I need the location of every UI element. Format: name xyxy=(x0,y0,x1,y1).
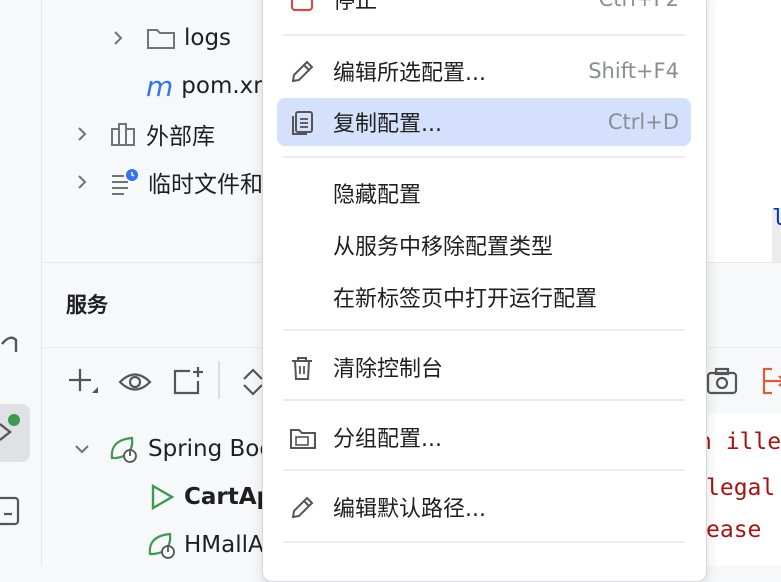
service-node-label: HMallA xyxy=(184,532,264,558)
tree-item-logs[interactable]: logs xyxy=(146,18,231,58)
menu-item-edit-default-path[interactable]: 编辑默认路径... xyxy=(277,483,691,531)
menu-separator xyxy=(283,541,685,543)
commit-icon[interactable] xyxy=(0,330,40,370)
library-icon xyxy=(110,121,138,147)
pencil-icon xyxy=(289,59,315,85)
menu-item-label: 编辑默认路径... xyxy=(333,497,486,522)
menu-item-group-config[interactable]: 分组配置... xyxy=(277,413,691,461)
maven-icon: m xyxy=(146,69,174,103)
chevron-down-icon[interactable] xyxy=(62,429,102,469)
menu-item-label: 编辑所选配置... xyxy=(333,61,486,86)
service-node-hmall[interactable]: HMallA xyxy=(146,525,264,565)
panel-title: 服务 xyxy=(66,293,108,317)
menu-item-shortcut: Ctrl+D xyxy=(607,110,679,134)
services-icon[interactable] xyxy=(0,404,30,462)
tree-item-pom[interactable]: m pom.xm xyxy=(146,66,276,106)
menu-item-label: 在新标签页中打开运行配置 xyxy=(333,287,598,312)
tree-item-scratches[interactable]: 临时文件和 xyxy=(110,162,263,202)
folder-group-icon xyxy=(289,425,316,451)
menu-item-edit-selected-config[interactable]: 编辑所选配置... Shift+F4 xyxy=(277,47,691,95)
eye-icon[interactable] xyxy=(118,367,152,397)
menu-separator xyxy=(283,329,685,331)
console-line: n ille xyxy=(698,429,781,455)
tree-item-label: logs xyxy=(184,25,232,51)
menu-separator xyxy=(283,469,685,471)
menu-separator xyxy=(283,156,685,158)
pencil-icon xyxy=(289,495,315,521)
menu-item-label: 复制配置... xyxy=(333,112,442,137)
export-icon[interactable] xyxy=(760,365,781,397)
menu-item-open-in-new-tab[interactable]: 在新标签页中打开运行配置 xyxy=(277,273,691,321)
menu-item-remove-config-type[interactable]: 从服务中移除配置类型 xyxy=(277,221,691,269)
menu-item-stop[interactable]: 停止 Ctrl+F2 xyxy=(277,0,691,23)
tree-item-label: 临时文件和 xyxy=(148,172,263,198)
chevron-right-icon[interactable] xyxy=(62,162,102,202)
tree-item-external-libraries[interactable]: 外部库 xyxy=(110,114,215,154)
chevron-right-icon[interactable] xyxy=(98,18,138,58)
run-icon xyxy=(148,482,176,512)
menu-item-shortcut: Shift+F4 xyxy=(588,59,679,83)
context-menu: 停止 Ctrl+F2 编辑所选配置... Shift+F4 复制配置... Ct… xyxy=(262,0,707,582)
menu-item-label: 从服务中移除配置类型 xyxy=(333,235,554,260)
menu-item-label: 隐藏配置 xyxy=(333,183,422,208)
menu-item-hide-config[interactable]: 隐藏配置 xyxy=(277,169,691,217)
new-tab-icon[interactable] xyxy=(172,365,206,399)
service-node-label: Spring Boo xyxy=(148,436,274,462)
spring-boot-icon xyxy=(146,530,178,560)
menu-item-copy-config[interactable]: 复制配置... Ctrl+D xyxy=(277,98,691,146)
camera-icon[interactable] xyxy=(706,365,738,397)
tree-item-label: 外部库 xyxy=(146,124,215,150)
terminal-icon[interactable] xyxy=(0,492,40,532)
service-node-spring-boot[interactable]: Spring Boo xyxy=(108,429,273,469)
console-line: legal xyxy=(706,475,776,501)
chevron-right-icon[interactable] xyxy=(62,114,102,154)
menu-item-shortcut: Ctrl+F2 xyxy=(599,0,679,11)
menu-item-label: 分组配置... xyxy=(333,427,442,452)
toolbar-divider xyxy=(218,361,220,399)
scratch-file-icon xyxy=(110,168,140,196)
menu-separator xyxy=(283,34,685,36)
console-line: ease xyxy=(706,517,762,543)
service-node-cart[interactable]: CartAp xyxy=(148,477,273,517)
editor-code-text: l xyxy=(772,206,781,231)
editor-area: l xyxy=(706,0,781,262)
service-node-label: CartAp xyxy=(184,484,274,510)
add-service-icon[interactable] xyxy=(66,365,100,399)
menu-separator xyxy=(283,399,685,401)
tool-window-strip xyxy=(0,0,42,566)
menu-item-label: 清除控制台 xyxy=(333,357,444,382)
console-output: n ille legal ease xyxy=(698,413,781,566)
spring-boot-icon xyxy=(108,434,140,464)
trash-icon xyxy=(289,355,315,381)
copy-icon xyxy=(289,110,315,136)
stop-icon xyxy=(289,0,315,13)
menu-item-label: 停止 xyxy=(333,0,378,14)
folder-icon xyxy=(146,25,176,51)
menu-item-clear-console[interactable]: 清除控制台 xyxy=(277,343,691,391)
